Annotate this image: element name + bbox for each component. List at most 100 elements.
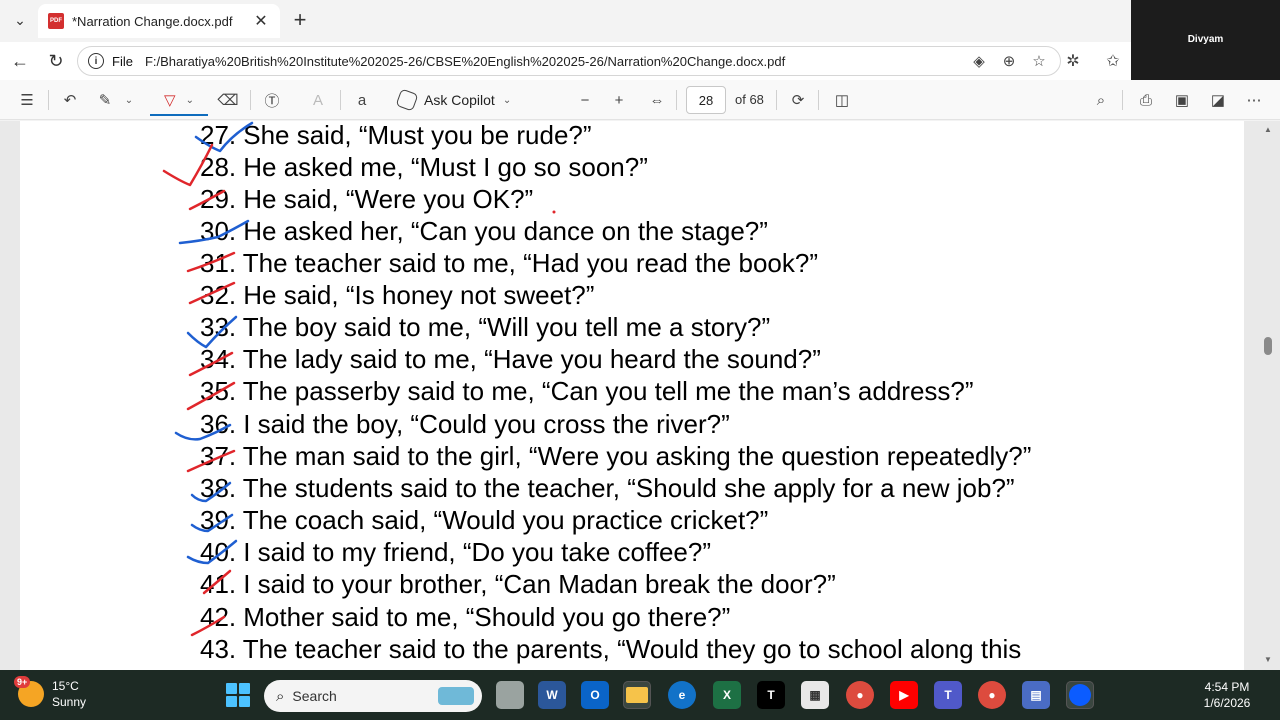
zoom-logo-icon (1069, 684, 1091, 706)
fit-to-page-icon[interactable]: ⇔ (646, 88, 668, 112)
info-icon[interactable]: i (88, 53, 104, 69)
new-tab-button[interactable]: + (288, 7, 312, 32)
question-number: 29. (200, 184, 237, 214)
extensions-icon[interactable]: ✲ (1061, 50, 1085, 72)
task-view-icon[interactable] (496, 681, 524, 709)
undo-icon[interactable]: ↶ (58, 88, 82, 112)
draw-options-chevron-icon: ⌄ (185, 94, 194, 106)
folder-icon (626, 687, 648, 703)
zoom-out-icon[interactable]: − (574, 88, 596, 112)
scrollbar-thumb[interactable] (1264, 337, 1272, 355)
date-label: 1/6/2026 (1203, 696, 1251, 710)
question-text: He asked me, “Must I go so soon?” (243, 152, 648, 182)
search-icon[interactable]: ⌕ (1090, 88, 1112, 112)
teams-icon[interactable]: T (934, 681, 962, 709)
question-line: 33. The boy said to me, “Will you tell m… (200, 311, 770, 343)
taskbar-search-placeholder: Search (292, 688, 337, 704)
edge-icon[interactable]: e (668, 681, 696, 709)
toolbar-divider (818, 90, 819, 110)
zoom-icon[interactable]: ⊕ (998, 50, 1020, 72)
question-text: He said, “Is honey not sweet?” (243, 280, 595, 310)
sun-icon: 9+ (14, 676, 44, 707)
question-line: 34. The lady said to me, “Have you heard… (200, 343, 821, 375)
back-button[interactable]: ← (8, 50, 32, 72)
question-number: 32. (200, 280, 237, 310)
question-number: 38. (200, 473, 237, 503)
question-number: 28. (200, 152, 237, 182)
question-text: The boy said to me, “Will you tell me a … (242, 312, 771, 342)
draw-pen-icon: ▽ (164, 92, 176, 109)
question-line: 27. She said, “Must you be rude?” (200, 121, 592, 151)
calculator-icon[interactable]: ▤ (1022, 681, 1050, 709)
zoom-in-icon[interactable]: + (608, 88, 630, 112)
toolbar-divider (250, 90, 251, 110)
question-number: 37. (200, 441, 237, 471)
taskbar-search[interactable]: ⌕ Search (264, 680, 482, 712)
scroll-down-arrow-icon[interactable]: ▼ (1263, 655, 1273, 665)
chrome-icon[interactable]: ● (846, 681, 874, 709)
save-icon[interactable]: ▣ (1170, 88, 1194, 112)
copilot-icon[interactable]: ◈ (968, 50, 990, 72)
question-line: 31. The teacher said to me, “Had you rea… (200, 247, 818, 279)
vertical-scrollbar[interactable]: ▲ ▼ (1261, 121, 1275, 670)
refresh-button[interactable]: ↻ (44, 50, 68, 72)
url-text[interactable]: F:/Bharatiya%20British%20Institute%20202… (145, 54, 960, 69)
file-explorer-icon[interactable] (623, 681, 651, 709)
question-text: He said, “Were you OK?” (243, 184, 534, 214)
rotate-icon[interactable]: ⟳ (786, 88, 810, 112)
notification-badge: 9+ (14, 676, 31, 688)
search-highlight-art (438, 687, 474, 705)
copilot-chevron-icon: ⌄ (502, 94, 512, 106)
question-line: 35. The passerby said to me, “Can you te… (200, 375, 974, 407)
close-tab-icon[interactable]: ✕ (252, 11, 270, 31)
chrome-profile-icon[interactable]: ● (978, 681, 1006, 709)
address-bar[interactable]: i File F:/Bharatiya%20British%20Institut… (77, 46, 1061, 76)
question-number: 40. (200, 537, 237, 567)
eraser-icon[interactable]: ⌫ (216, 88, 240, 112)
question-number: 34. (200, 344, 237, 374)
question-text: He asked her, “Can you dance on the stag… (243, 216, 768, 246)
question-text: The students said to the teacher, “Shoul… (242, 473, 1015, 503)
draw-tool-button[interactable]: ▽ ⌄ (150, 86, 208, 116)
tab-actions-menu-icon[interactable]: ⌄ (8, 8, 32, 32)
more-options-icon[interactable]: ⋯ (1242, 88, 1266, 112)
question-text: The lady said to me, “Have you heard the… (242, 344, 821, 374)
terminal-icon[interactable]: T (757, 681, 785, 709)
word-icon[interactable]: W (538, 681, 566, 709)
start-button[interactable] (226, 683, 250, 707)
question-line: 39. The coach said, “Would you practice … (200, 504, 768, 536)
favorite-star-icon[interactable]: ☆ (1028, 50, 1050, 72)
text-format-icon[interactable]: A (306, 88, 330, 112)
highlight-options-chevron-icon[interactable]: ⌄ (122, 88, 136, 112)
contents-icon[interactable]: ☰ (16, 88, 38, 112)
question-line: 42. Mother said to me, “Should you go th… (200, 601, 730, 633)
question-text: She said, “Must you be rude?” (243, 121, 592, 150)
microsoft-store-icon[interactable]: ▦ (801, 681, 829, 709)
weather-condition-label: Sunny (52, 695, 87, 709)
excel-icon[interactable]: X (713, 681, 741, 709)
document-viewport[interactable]: 27. She said, “Must you be rude?” 28. He… (0, 121, 1280, 670)
favorites-icon[interactable]: ✩ (1101, 50, 1125, 72)
temperature-label: 15°C (52, 679, 79, 693)
save-as-icon[interactable]: ◪ (1206, 88, 1230, 112)
weather-widget[interactable]: 9+ 15°C Sunny (14, 676, 87, 710)
outlook-icon[interactable]: O (581, 681, 609, 709)
read-aloud-icon[interactable]: a (350, 88, 374, 112)
pdf-file-icon: PDF (48, 13, 64, 29)
browser-tab[interactable]: PDF *Narration Change.docx.pdf ✕ (38, 4, 280, 38)
page-view-icon[interactable]: ◫ (830, 88, 854, 112)
print-icon[interactable]: ⎙ (1134, 88, 1158, 112)
clock[interactable]: 4:54 PM 1/6/2026 (1182, 679, 1272, 711)
question-number: 42. (200, 602, 237, 632)
zoom-app-icon[interactable] (1066, 681, 1094, 709)
page-number-input[interactable]: 28 (686, 86, 726, 114)
highlight-icon[interactable]: ✎ (94, 88, 116, 112)
text-box-icon[interactable]: Ⓣ (260, 88, 284, 112)
red-ink-dot (552, 210, 556, 214)
question-line: 43. The teacher said to the parents, “Wo… (200, 633, 1021, 665)
youtube-icon[interactable]: ▶ (890, 681, 918, 709)
time-label: 4:54 PM (1204, 680, 1250, 694)
scroll-up-arrow-icon[interactable]: ▲ (1263, 125, 1273, 135)
question-number: 31. (200, 248, 237, 278)
ask-copilot-button[interactable]: Ask Copilot ⌄ (395, 88, 512, 112)
